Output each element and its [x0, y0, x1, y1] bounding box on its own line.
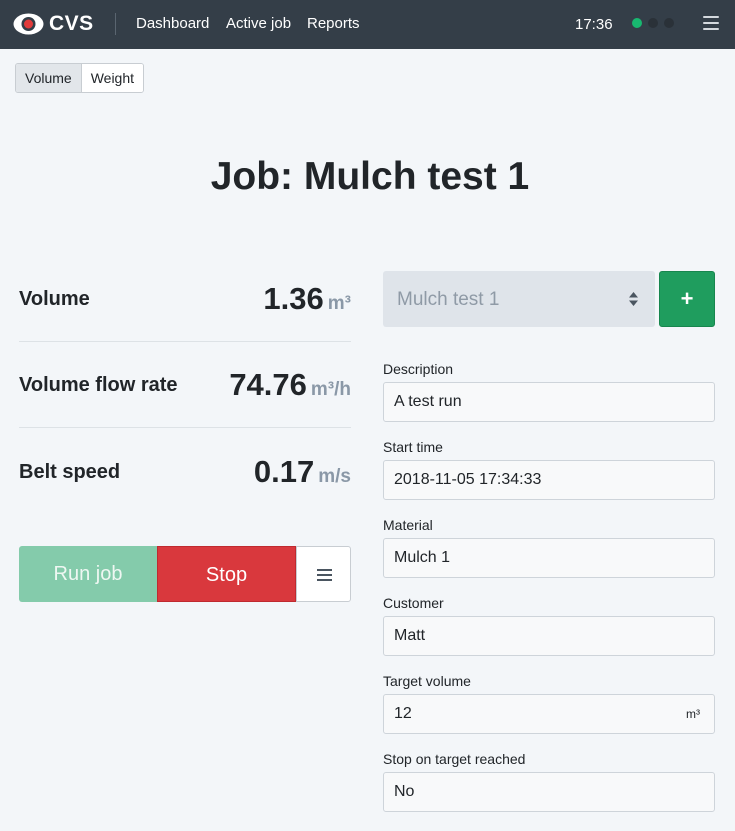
toggle-weight[interactable]: Weight — [81, 64, 144, 92]
target-volume-field[interactable]: 12 m³ — [383, 694, 715, 734]
start-time-label: Start time — [383, 439, 443, 455]
metric-label: Belt speed — [19, 460, 121, 483]
run-job-button[interactable]: Run job — [19, 546, 157, 602]
material-value: Mulch 1 — [394, 549, 451, 566]
nav-link-dashboard[interactable]: Dashboard — [136, 15, 209, 33]
status-dot-2 — [648, 18, 658, 28]
start-time-value: 2018-11-05 17:34:33 — [394, 471, 542, 488]
job-select[interactable]: Mulch test 1 — [383, 271, 655, 327]
metric-value: 1.36 — [263, 281, 324, 316]
target-volume-unit: m³ — [686, 707, 700, 721]
description-field[interactable]: A test run — [383, 382, 715, 422]
brand[interactable]: CVS — [13, 12, 94, 36]
stop-on-target-label: Stop on target reached — [383, 751, 526, 767]
add-job-button[interactable]: + — [659, 271, 715, 327]
sort-arrows-icon — [629, 292, 638, 306]
status-dot-3 — [664, 18, 674, 28]
metric-label: Volume flow rate — [19, 373, 178, 396]
menu-icon[interactable] — [703, 16, 719, 30]
job-select-value: Mulch test 1 — [397, 289, 500, 310]
description-value: A test run — [394, 393, 462, 410]
toggle-volume[interactable]: Volume — [16, 64, 82, 92]
metric-volume: Volume 1.36 m³ — [19, 256, 351, 342]
material-field[interactable]: Mulch 1 — [383, 538, 715, 578]
menu-icon — [317, 569, 332, 584]
clock: 17:36 — [575, 16, 613, 33]
start-time-field[interactable]: 2018-11-05 17:34:33 — [383, 460, 715, 500]
stop-on-target-value: No — [394, 783, 415, 800]
brand-name: CVS — [49, 12, 94, 35]
metric-unit: m³/h — [310, 379, 351, 400]
metric-value: 0.17 — [253, 454, 315, 489]
target-volume-value: 12 — [394, 705, 412, 722]
nav-divider — [115, 13, 116, 35]
target-volume-label: Target volume — [383, 673, 471, 689]
metric-unit: m/s — [318, 466, 351, 487]
mode-toggle: Volume Weight — [15, 63, 145, 93]
customer-label: Customer — [383, 595, 444, 611]
nav-link-active-job[interactable]: Active job — [226, 15, 291, 33]
page-title: Job: Mulch test 1 — [210, 155, 530, 198]
top-navbar: CVS Dashboard Active job Reports 17:36 — [0, 0, 735, 49]
stop-on-target-field[interactable]: No — [383, 772, 715, 812]
metric-belt-speed: Belt speed 0.17 m/s — [19, 429, 351, 515]
customer-field[interactable]: Matt — [383, 616, 715, 656]
divider — [19, 427, 351, 428]
metric-unit: m³ — [327, 293, 351, 314]
more-options-button[interactable] — [296, 546, 351, 602]
stop-button[interactable]: Stop — [157, 546, 296, 602]
metric-label: Volume — [19, 287, 90, 310]
status-dot-1 — [632, 18, 642, 28]
brand-logo-icon — [13, 13, 44, 35]
nav-link-reports[interactable]: Reports — [307, 15, 360, 33]
metric-value: 74.76 — [229, 367, 307, 402]
metric-volume-flow-rate: Volume flow rate 74.76 m³/h — [19, 342, 351, 428]
description-label: Description — [383, 361, 454, 377]
material-label: Material — [383, 517, 433, 533]
customer-value: Matt — [394, 627, 426, 644]
